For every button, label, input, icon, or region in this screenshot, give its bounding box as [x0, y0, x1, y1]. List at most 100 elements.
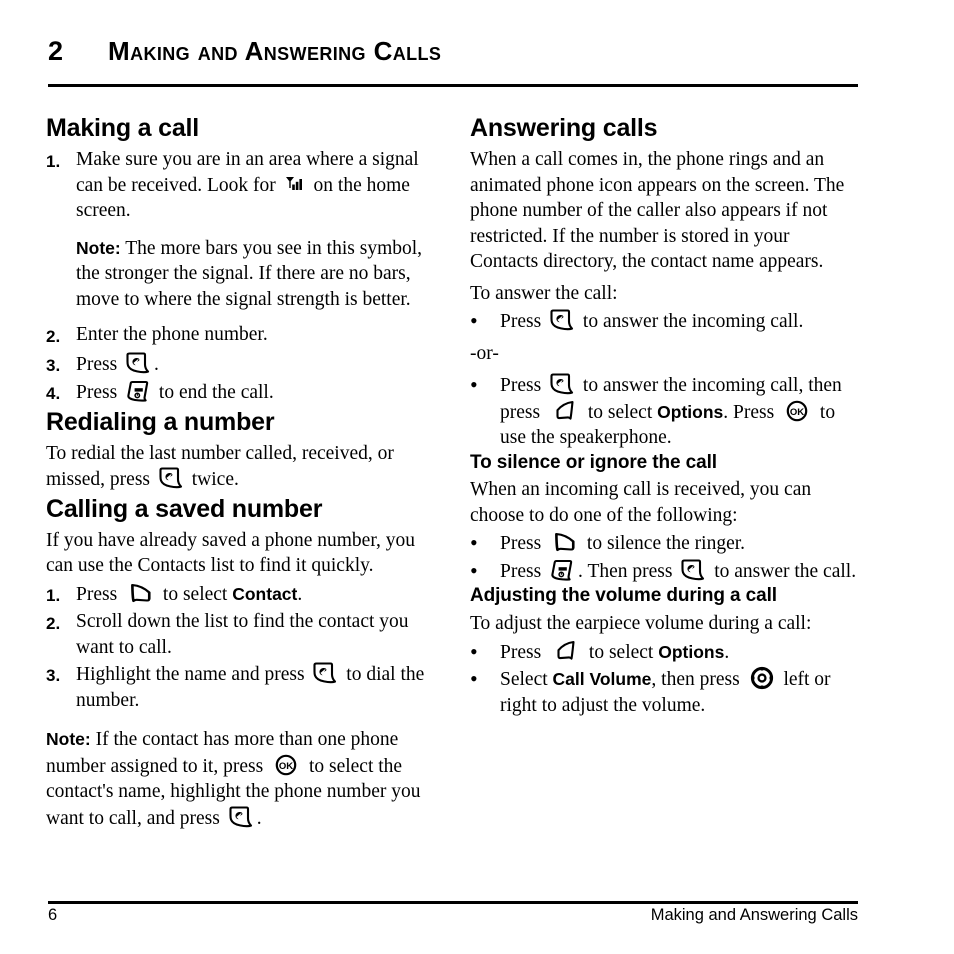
text-run: to answer the call.: [709, 560, 857, 582]
list-item-text: Press . Then press to answer the call.: [500, 558, 862, 585]
section-heading-redialing: Redialing a number: [46, 407, 275, 436]
send-key-icon: [312, 661, 338, 685]
send-key-icon: [680, 558, 706, 582]
list-item-text: Press to end the call.: [76, 379, 431, 407]
chapter-header: 2 Making and Answering Calls: [48, 38, 858, 65]
list-item: • Press to silence the ringer.: [470, 530, 862, 557]
svg-text:OK: OK: [279, 761, 293, 772]
bold-term: Options: [658, 641, 725, 662]
footer-divider: [48, 901, 858, 904]
list-item-text: Highlight the name and press to dial the…: [76, 661, 431, 713]
text-run: Press: [500, 311, 547, 332]
text-run: . Press: [723, 401, 780, 423]
text-run: Highlight the name and press: [76, 664, 310, 685]
right-soft-key-icon: [549, 530, 579, 554]
left-soft-key-icon: [549, 639, 581, 663]
list-marker: 1.: [46, 585, 61, 605]
or-separator: -or-: [470, 342, 499, 364]
list-item: 3. Press .: [46, 351, 431, 379]
list-marker: 1.: [46, 152, 61, 171]
bold-term: Options: [657, 401, 724, 422]
text-run: Press: [76, 382, 123, 403]
list-item-text: Make sure you are in an area where a sig…: [76, 147, 431, 224]
list-item-text: Scroll down the list to find the contact…: [76, 611, 409, 658]
text-run: Press: [500, 641, 547, 663]
list-item: • Press to select Options.: [470, 639, 862, 666]
page-title: Making and Answering Calls: [108, 36, 442, 66]
section-heading-making-a-call: Making a call: [46, 114, 200, 142]
right-column: Answering calls When a call comes in, th…: [470, 114, 862, 719]
list-item-text: Press .: [76, 351, 431, 379]
bullet-marker: •: [470, 372, 478, 397]
text-run: .: [297, 583, 303, 605]
section-heading-answering-calls: Answering calls: [470, 114, 658, 142]
manual-page: 2 Making and Answering Calls Making a ca…: [0, 0, 954, 954]
list-item-text: Select Call Volume, then press left or r…: [500, 666, 862, 718]
answering-lead-in: To answer the call:: [470, 282, 618, 304]
bullet-marker: •: [470, 638, 478, 664]
text-run: to end the call.: [154, 382, 274, 403]
list-marker: 3.: [46, 355, 61, 375]
list-item: 4. Press to end the call.: [46, 379, 431, 407]
list-item: 1. Press to select Contact.: [46, 581, 431, 609]
page-number: 6: [48, 906, 58, 924]
list-item-text: Press to answer the incoming call.: [500, 308, 862, 335]
text-run: , then press: [651, 669, 745, 691]
volume-intro: To adjust the earpiece volume during a c…: [470, 613, 812, 635]
list-item: • Select Call Volume, then press left or…: [470, 666, 862, 718]
header-divider: [48, 84, 858, 87]
signal-strength-icon: [284, 176, 306, 196]
list-marker: 2.: [46, 614, 61, 633]
text-run: . Then press: [578, 560, 678, 582]
text-run: to select: [158, 583, 233, 605]
send-key-icon: [125, 351, 151, 375]
text-run: twice.: [186, 469, 239, 490]
list-marker: 2.: [46, 327, 61, 346]
note-block: Note: The more bars you see in this symb…: [76, 236, 431, 313]
bullet-marker: •: [470, 530, 478, 556]
list-item: • Press to answer the incoming call.: [470, 308, 862, 335]
list-item-text: Press to select Contact.: [76, 581, 431, 609]
list-item-text: Enter the phone number.: [76, 324, 268, 345]
list-item-text: Press to answer the incoming call, then …: [500, 372, 862, 451]
left-soft-key-icon: [548, 399, 580, 423]
section-heading-silence-ignore: To silence or ignore the call: [470, 451, 717, 473]
list-item: • Press to answer the incoming call, the…: [470, 372, 862, 451]
text-run: to answer the incoming call.: [578, 311, 804, 332]
page-footer: 6 Making and Answering Calls: [48, 906, 858, 925]
bullet-marker: •: [470, 308, 478, 333]
list-item-text: Press to select Options.: [500, 639, 862, 666]
note-block: Note: If the contact has more than one p…: [46, 727, 431, 831]
bullet-marker: •: [470, 666, 478, 692]
send-key-icon: [549, 308, 575, 332]
ok-key-icon: OK: [271, 753, 301, 777]
svg-text:OK: OK: [790, 407, 804, 418]
footer-running-title: Making and Answering Calls: [650, 906, 858, 924]
text-run: .: [256, 807, 262, 829]
list-item: 3. Highlight the name and press to dial …: [46, 661, 431, 713]
ok-key-icon: OK: [782, 399, 812, 423]
text-run: Press: [76, 583, 123, 605]
text-run: Select: [500, 669, 553, 691]
left-column: Making a call 1. Make sure you are in an…: [46, 114, 431, 833]
text-run: .: [154, 353, 159, 375]
note-label: Note:: [46, 729, 91, 749]
section-heading-calling-saved-number: Calling a saved number: [46, 494, 323, 523]
redialing-paragraph: To redial the last number called, receiv…: [46, 441, 431, 493]
text-run: to silence the ringer.: [582, 533, 746, 555]
send-key-icon: [549, 372, 575, 396]
list-marker: 3.: [46, 666, 61, 685]
section-heading-adjusting-volume: Adjusting the volume during a call: [470, 585, 777, 607]
list-item: • Press . Then press to answer the call.: [470, 558, 862, 585]
note-label: Note:: [76, 237, 121, 258]
list-item: 1. Make sure you are in an area where a …: [46, 147, 431, 224]
text-run: Press: [500, 560, 547, 582]
list-item: 2. Scroll down the list to find the cont…: [46, 609, 431, 660]
send-key-icon: [228, 805, 254, 829]
calling-saved-intro: If you have already saved a phone number…: [46, 529, 416, 577]
text-run: .: [724, 641, 730, 663]
text-run: Press: [500, 533, 547, 555]
right-soft-key-icon: [125, 581, 155, 605]
text-run: Press: [76, 353, 123, 375]
bold-term: Call Volume: [552, 669, 652, 690]
